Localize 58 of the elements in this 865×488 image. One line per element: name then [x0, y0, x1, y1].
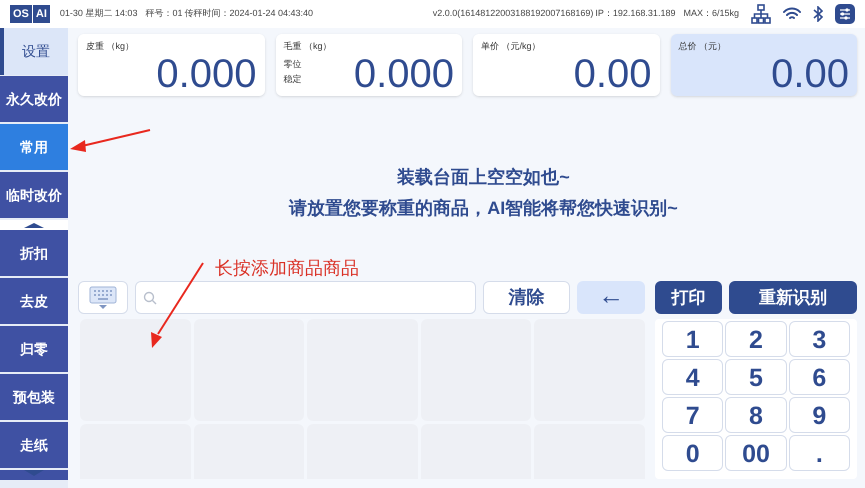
- sidebar-item[interactable]: 常用: [0, 124, 68, 170]
- keypad-key[interactable]: 0: [662, 435, 724, 471]
- scroll-up-button[interactable]: [0, 220, 68, 230]
- ip-address: IP：192.168.31.189: [595, 7, 676, 20]
- readout-value: 0.00: [574, 52, 652, 96]
- sidebar-item[interactable]: 归零: [0, 326, 68, 372]
- keypad-key[interactable]: 9: [788, 397, 850, 433]
- sidebar-item[interactable]: 走纸: [0, 422, 68, 468]
- print-button[interactable]: 打印: [655, 281, 722, 314]
- keypad-key[interactable]: 5: [725, 359, 787, 395]
- keypad-key[interactable]: 1: [662, 321, 724, 357]
- reidentify-button[interactable]: 重新识别: [729, 281, 857, 314]
- max-capacity: MAX：6/15kg: [683, 7, 739, 20]
- network-icon[interactable]: [751, 4, 771, 24]
- sidebar-item[interactable]: 折扣: [0, 230, 68, 276]
- wifi-icon[interactable]: [783, 7, 801, 21]
- bluetooth-icon[interactable]: [813, 6, 823, 22]
- status-label: 零位: [284, 58, 302, 70]
- readout-value: 0.000: [156, 52, 256, 96]
- search-icon: [142, 290, 157, 304]
- scale-number: 秤号：01: [145, 7, 182, 20]
- settings-sliders-icon[interactable]: [835, 4, 855, 24]
- caret-down-icon: [24, 470, 44, 476]
- keypad-key[interactable]: 2: [725, 321, 787, 357]
- readout-label: 总价 （元）: [678, 40, 726, 53]
- caret-up-icon: [24, 222, 44, 228]
- keypad-key[interactable]: .: [788, 435, 850, 471]
- keyboard-icon: [88, 286, 117, 310]
- keypad-key[interactable]: 3: [788, 321, 850, 357]
- clear-button[interactable]: 清除: [482, 281, 570, 314]
- status-label: 稳定: [284, 73, 302, 86]
- keypad-key[interactable]: 8: [725, 397, 787, 433]
- date-time: 01-30 星期二 14:03: [60, 7, 138, 20]
- readout-value: 0.000: [354, 52, 454, 96]
- readout-label: 皮重 （kg）: [86, 40, 134, 53]
- backspace-button[interactable]: ←: [577, 281, 645, 314]
- settings-tab[interactable]: 设置: [0, 28, 68, 75]
- keypad-key[interactable]: 6: [788, 359, 850, 395]
- readout-value: 0.00: [771, 52, 849, 96]
- sidebar-item[interactable]: 永久改价: [0, 76, 68, 122]
- sidebar-item[interactable]: 临时改价: [0, 172, 68, 218]
- empty-message: 请放置您要称重的商品，AI智能将帮您快速识别~: [289, 197, 678, 220]
- annotation-text: 长按添加商品商品: [215, 257, 359, 280]
- scroll-down-button[interactable]: [0, 470, 68, 480]
- keypad-key[interactable]: 7: [662, 397, 724, 433]
- app-logo: OS AI: [10, 4, 50, 24]
- product-tile[interactable]: [80, 319, 191, 421]
- search-field[interactable]: [134, 281, 476, 314]
- transfer-time: 传秤时间：2024-01-24 04:43:40: [184, 7, 314, 20]
- keypad-key[interactable]: 00: [725, 435, 787, 471]
- keypad-key[interactable]: 4: [662, 359, 724, 395]
- sidebar-item[interactable]: 预包装: [0, 374, 68, 420]
- keyboard-toggle-button[interactable]: [78, 281, 128, 314]
- readout-label: 毛重 （kg）: [284, 40, 332, 53]
- version-text: v2.0.0(16148122003188192007168169): [432, 7, 594, 20]
- readout-label: 单价 （元/kg）: [481, 40, 541, 53]
- empty-message: 装载台面上空空如也~: [397, 166, 570, 189]
- sidebar-item[interactable]: 去皮: [0, 278, 68, 324]
